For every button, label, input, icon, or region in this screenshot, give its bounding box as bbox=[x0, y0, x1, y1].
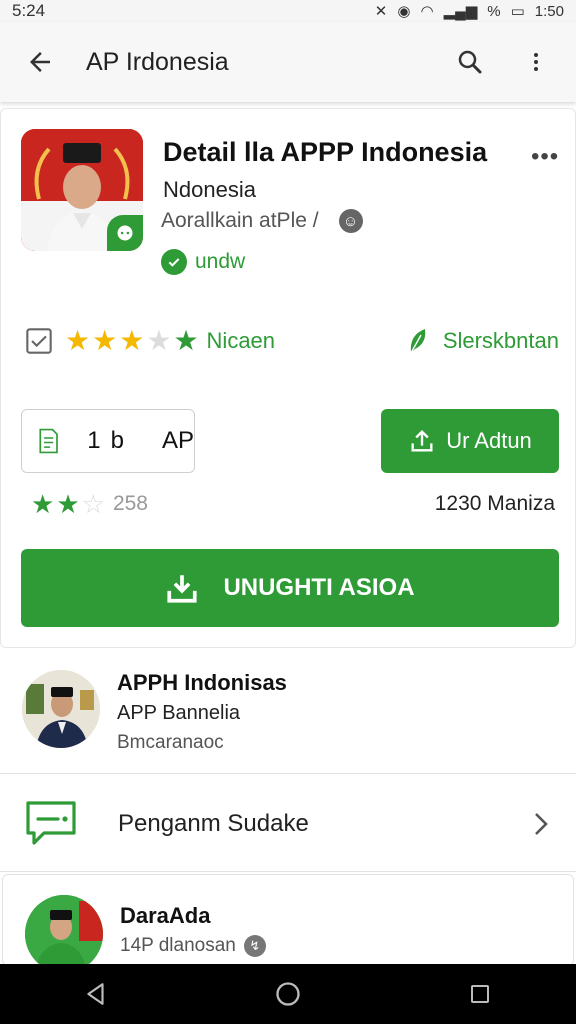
mute-icon: ✕ bbox=[374, 2, 388, 20]
rating-stars: ★ ★ ★ ★ ★ bbox=[65, 327, 199, 355]
star-green-icon: ★ bbox=[56, 489, 80, 519]
verified-row: undw bbox=[161, 249, 245, 275]
avatar-image bbox=[22, 670, 100, 748]
star-icon: ★ bbox=[119, 325, 145, 356]
signal-icon: ▂▄▆ bbox=[443, 2, 478, 20]
nav-back-button[interactable] bbox=[66, 964, 126, 1024]
secondary-action-button[interactable]: Ur Adtun bbox=[381, 409, 559, 473]
document-icon bbox=[39, 428, 58, 454]
circle-home-icon bbox=[276, 982, 300, 1006]
app-badge bbox=[107, 215, 143, 251]
info-circle-icon[interactable]: ↯ bbox=[243, 935, 266, 957]
app-bar: AP Irdonesia bbox=[0, 22, 576, 102]
star-empty-icon: ★ bbox=[146, 325, 172, 356]
arrow-left-icon bbox=[30, 52, 50, 72]
status-icons: ✕ ◉ ◠ ▂▄▆ % ▭ 1:50 bbox=[375, 4, 564, 19]
app-subtitle: Aorallkain atPle / bbox=[161, 209, 319, 232]
battery-icon: ▭ bbox=[510, 2, 525, 20]
app-icon[interactable] bbox=[21, 129, 143, 251]
overflow-menu-button[interactable] bbox=[516, 42, 556, 82]
battery-percent: % bbox=[487, 2, 501, 20]
info-circle-icon[interactable]: ☺ bbox=[338, 209, 363, 233]
status-clock: 1:50 bbox=[534, 2, 564, 20]
upload-icon bbox=[411, 430, 433, 452]
developer-meta: Bmcaranaoc bbox=[117, 732, 224, 753]
avatar-image bbox=[25, 895, 103, 973]
more-options-button[interactable]: ••• bbox=[531, 145, 559, 169]
app-subtitle-row: Aorallkain atPle / ☺ bbox=[161, 209, 363, 233]
related-app-meta: 14P dlanosan bbox=[120, 935, 236, 956]
download-icon bbox=[167, 575, 198, 603]
back-button[interactable] bbox=[20, 42, 60, 82]
secondary-action-label: Ur Adtun bbox=[446, 428, 532, 453]
developer-subtitle: APP Bannelia bbox=[117, 702, 241, 724]
developer-section[interactable]: APPH Indonisas APP Bannelia Bmcaranaoc bbox=[0, 650, 576, 774]
nav-recents-button[interactable] bbox=[450, 964, 510, 1024]
verified-label: undw bbox=[195, 250, 246, 273]
rating-row: ★ ★ ★ ★ ★ Nicaen Slerskbntan bbox=[25, 327, 559, 355]
message-label: Penganm Sudake bbox=[118, 809, 309, 837]
app-title: Detail lla APPP Indonesia bbox=[163, 137, 488, 167]
star-icon: ★ bbox=[65, 325, 91, 356]
developer-title: APPH Indonisas bbox=[117, 670, 287, 695]
avatar bbox=[25, 895, 103, 973]
app-detail-card: Detail lla APPP Indonesia ••• Ndonesia A… bbox=[0, 108, 576, 648]
star-green-icon: ★ bbox=[31, 489, 55, 519]
status-time: 5:24 bbox=[12, 1, 46, 20]
checkbox-icon[interactable] bbox=[25, 327, 53, 355]
stats-row: ★ ★ ☆ 258 1230 Maniza bbox=[31, 491, 555, 517]
triangle-back-icon bbox=[87, 983, 104, 1005]
star-icon: ★ bbox=[92, 325, 118, 356]
install-label: UNUGHTI ASIOA bbox=[223, 574, 415, 601]
star-empty-icon: ☆ bbox=[81, 489, 105, 519]
related-app-title: DaraAda bbox=[120, 903, 211, 928]
chat-bubble-icon bbox=[117, 225, 133, 241]
related-app-meta-row: 14P dlanosan ↯ bbox=[120, 935, 266, 957]
related-app-row[interactable]: DaraAda 14P dlanosan ↯ bbox=[2, 874, 574, 973]
download-count: 1230 Maniza bbox=[434, 492, 555, 515]
app-bar-title: AP Irdonesia bbox=[86, 47, 229, 76]
right-chip-label: Slerskbntan bbox=[442, 328, 559, 353]
stats-stars: ★ ★ ☆ bbox=[31, 491, 105, 517]
nav-home-button[interactable] bbox=[258, 964, 318, 1024]
system-nav-bar bbox=[0, 964, 576, 1024]
rating-label: Nicaen bbox=[206, 328, 276, 353]
search-button[interactable] bbox=[450, 42, 490, 82]
check-circle-icon bbox=[161, 249, 187, 275]
wifi-icon: ◠ bbox=[420, 2, 434, 20]
install-button[interactable]: UNUGHTI ASIOA bbox=[21, 549, 559, 627]
search-icon bbox=[458, 50, 482, 74]
size-button[interactable]: 1b AP bbox=[21, 409, 195, 473]
size-value: 1b bbox=[87, 427, 134, 454]
status-bar: 5:24 ✕ ◉ ◠ ▂▄▆ % ▭ 1:50 bbox=[0, 0, 576, 22]
leaf-icon bbox=[410, 329, 426, 354]
message-row[interactable]: Penganm Sudake bbox=[0, 776, 576, 872]
chevron-right-icon bbox=[535, 812, 548, 835]
review-count: 258 bbox=[112, 492, 148, 515]
alarm-icon: ◉ bbox=[397, 2, 411, 20]
app-developer: Ndonesia bbox=[163, 177, 256, 202]
more-vert-icon bbox=[534, 53, 538, 71]
star-green-icon: ★ bbox=[173, 325, 199, 356]
size-label: AP bbox=[161, 427, 194, 454]
message-icon bbox=[26, 800, 76, 845]
avatar bbox=[22, 670, 100, 748]
right-chip[interactable]: Slerskbntan bbox=[407, 327, 559, 355]
square-recents-icon bbox=[471, 985, 489, 1003]
